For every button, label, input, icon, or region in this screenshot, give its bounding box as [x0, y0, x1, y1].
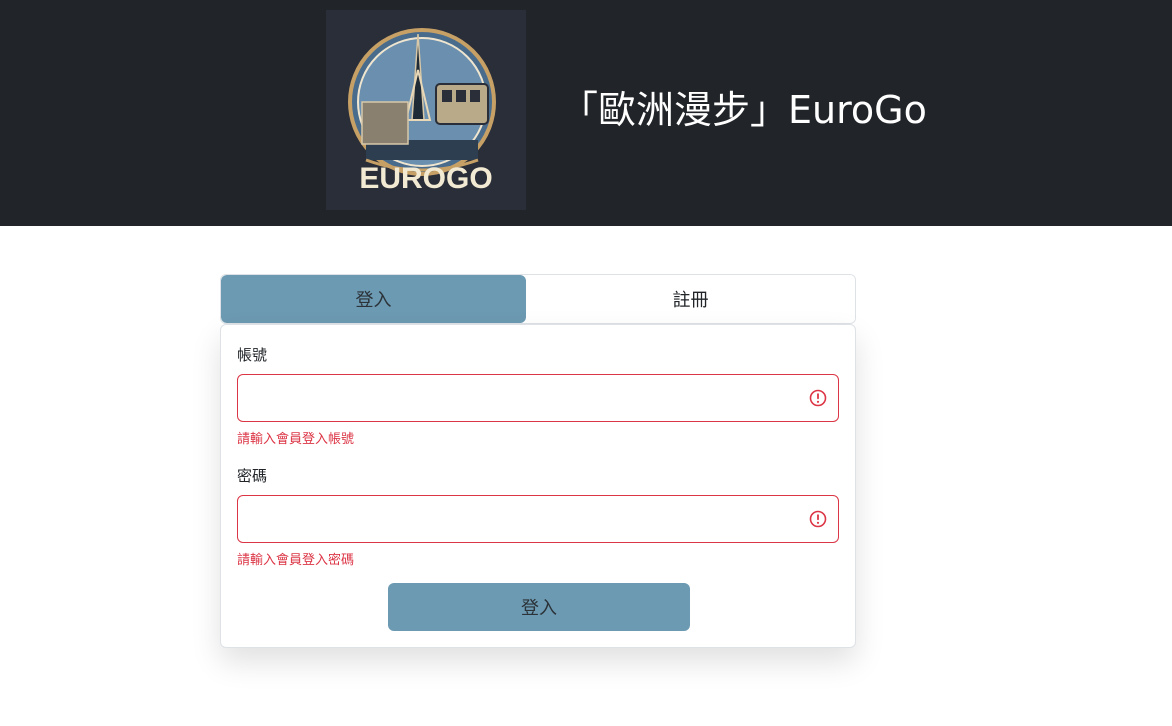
- login-panel: 登入 註冊 帳號 請輸入會員登入帳號 密碼 請輸入會員登入密碼 登入: [220, 274, 856, 648]
- eurogo-logo[interactable]: EUROGO: [326, 10, 526, 210]
- login-submit-button[interactable]: 登入: [388, 583, 690, 631]
- account-error: 請輸入會員登入帳號: [237, 432, 355, 447]
- tab-login[interactable]: 登入: [221, 275, 526, 323]
- login-form: 帳號 請輸入會員登入帳號 密碼 請輸入會員登入密碼 登入: [220, 324, 856, 648]
- site-header: EUROGO 「歐洲漫步」EuroGo: [0, 0, 1172, 226]
- logo-wordmark: EUROGO: [359, 162, 492, 195]
- account-input[interactable]: [238, 375, 798, 421]
- site-title: 「歐洲漫步」EuroGo: [560, 88, 927, 132]
- auth-tabs: 登入 註冊: [220, 274, 856, 324]
- password-input[interactable]: [238, 496, 798, 542]
- password-error: 請輸入會員登入密碼: [237, 553, 355, 568]
- account-label: 帳號: [237, 346, 268, 364]
- tab-register[interactable]: 註冊: [526, 275, 855, 323]
- error-icon: [809, 510, 827, 528]
- password-label: 密碼: [237, 467, 268, 485]
- error-icon: [809, 389, 827, 407]
- password-field[interactable]: [237, 495, 839, 543]
- account-field[interactable]: [237, 374, 839, 422]
- logo-text: EUROGO: [359, 162, 492, 195]
